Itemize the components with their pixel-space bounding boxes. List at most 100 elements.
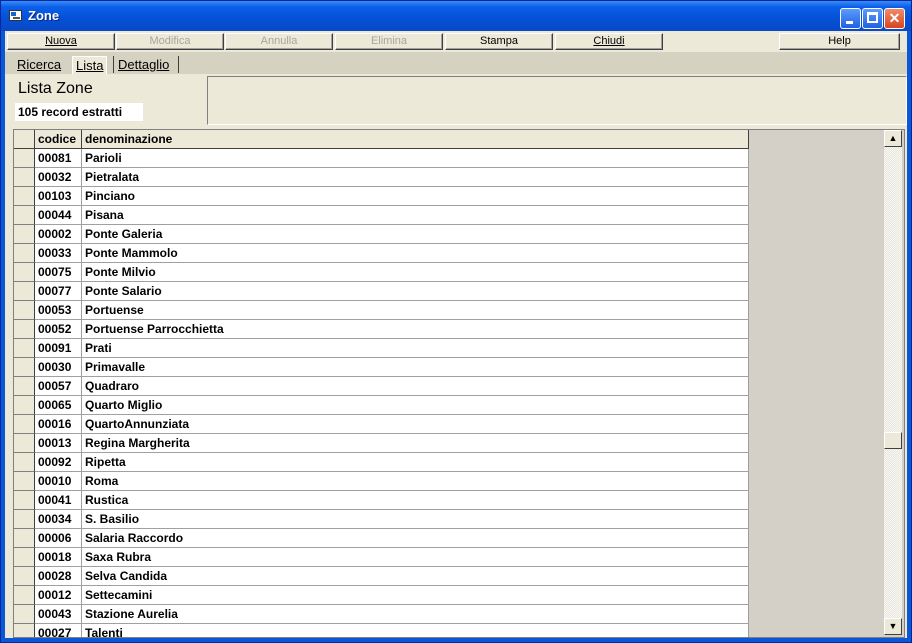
cell-denominazione[interactable]: Ponte Salario [82, 282, 749, 301]
cell-denominazione[interactable]: Settecamini [82, 586, 749, 605]
title-bar[interactable]: Zone ✕ [1, 1, 911, 31]
cell-denominazione[interactable]: Parioli [82, 149, 749, 168]
cell-codice[interactable]: 00065 [35, 396, 82, 415]
row-selector[interactable] [14, 605, 35, 624]
cell-codice[interactable]: 00016 [35, 415, 82, 434]
cell-denominazione[interactable]: Talenti [82, 624, 749, 637]
modifica-button[interactable]: Modifica [116, 33, 224, 50]
row-selector[interactable] [14, 187, 35, 206]
vertical-scrollbar[interactable]: ▲ ▼ [884, 130, 902, 635]
data-grid[interactable]: codice denominazione 00081 Parioli 00032 Pi… [13, 129, 905, 638]
nuova-button[interactable]: Nuova [7, 33, 115, 50]
cell-codice[interactable]: 00028 [35, 567, 82, 586]
table-row[interactable]: 00077 Ponte Salario [14, 282, 749, 301]
table-row[interactable]: 00012 Settecamini [14, 586, 749, 605]
cell-codice[interactable]: 00043 [35, 605, 82, 624]
table-row[interactable]: 00044 Pisana [14, 206, 749, 225]
row-selector[interactable] [14, 434, 35, 453]
column-header-denominazione[interactable]: denominazione [82, 130, 749, 149]
cell-codice[interactable]: 00002 [35, 225, 82, 244]
cell-codice[interactable]: 00103 [35, 187, 82, 206]
cell-codice[interactable]: 00077 [35, 282, 82, 301]
cell-codice[interactable]: 00081 [35, 149, 82, 168]
table-row[interactable]: 00028 Selva Candida [14, 567, 749, 586]
maximize-button[interactable] [862, 8, 883, 29]
column-header-codice[interactable]: codice [35, 130, 82, 149]
cell-codice[interactable]: 00010 [35, 472, 82, 491]
cell-denominazione[interactable]: Roma [82, 472, 749, 491]
row-selector[interactable] [14, 168, 35, 187]
tab-ricerca[interactable]: Ricerca [17, 56, 61, 74]
cell-codice[interactable]: 00027 [35, 624, 82, 637]
row-selector[interactable] [14, 586, 35, 605]
cell-denominazione[interactable]: Ponte Galeria [82, 225, 749, 244]
row-selector[interactable] [14, 244, 35, 263]
row-selector[interactable] [14, 624, 35, 637]
cell-codice[interactable]: 00034 [35, 510, 82, 529]
table-row[interactable]: 00041 Rustica [14, 491, 749, 510]
row-selector[interactable] [14, 282, 35, 301]
table-row[interactable]: 00027 Talenti [14, 624, 749, 637]
row-selector[interactable] [14, 358, 35, 377]
cell-denominazione[interactable]: Ponte Milvio [82, 263, 749, 282]
scroll-up-button[interactable]: ▲ [884, 130, 902, 147]
stampa-button[interactable]: Stampa [445, 33, 553, 50]
table-row[interactable]: 00052 Portuense Parrocchietta [14, 320, 749, 339]
scroll-thumb[interactable] [884, 432, 902, 449]
cell-denominazione[interactable]: Pietralata [82, 168, 749, 187]
cell-denominazione[interactable]: Salaria Raccordo [82, 529, 749, 548]
row-selector[interactable] [14, 301, 35, 320]
table-row[interactable]: 00013 Regina Margherita [14, 434, 749, 453]
cell-codice[interactable]: 00052 [35, 320, 82, 339]
cell-codice[interactable]: 00075 [35, 263, 82, 282]
row-selector[interactable] [14, 320, 35, 339]
row-selector[interactable] [14, 263, 35, 282]
cell-denominazione[interactable]: Pisana [82, 206, 749, 225]
cell-denominazione[interactable]: Saxa Rubra [82, 548, 749, 567]
table-row[interactable]: 00043 Stazione Aurelia [14, 605, 749, 624]
table-row[interactable]: 00030 Primavalle [14, 358, 749, 377]
row-selector[interactable] [14, 453, 35, 472]
cell-denominazione[interactable]: Selva Candida [82, 567, 749, 586]
cell-codice[interactable]: 00053 [35, 301, 82, 320]
cell-codice[interactable]: 00032 [35, 168, 82, 187]
table-row[interactable]: 00034 S. Basilio [14, 510, 749, 529]
table-row[interactable]: 00032 Pietralata [14, 168, 749, 187]
scroll-down-button[interactable]: ▼ [884, 618, 902, 635]
row-selector[interactable] [14, 149, 35, 168]
table-row[interactable]: 00010 Roma [14, 472, 749, 491]
table-row[interactable]: 00057 Quadraro [14, 377, 749, 396]
cell-denominazione[interactable]: S. Basilio [82, 510, 749, 529]
cell-codice[interactable]: 00030 [35, 358, 82, 377]
cell-denominazione[interactable]: Quadraro [82, 377, 749, 396]
minimize-button[interactable] [840, 8, 861, 29]
row-selector[interactable] [14, 472, 35, 491]
cell-denominazione[interactable]: Ripetta [82, 453, 749, 472]
cell-codice[interactable]: 00006 [35, 529, 82, 548]
cell-denominazione[interactable]: Regina Margherita [82, 434, 749, 453]
tab-dettaglio[interactable]: Dettaglio [118, 56, 169, 74]
cell-codice[interactable]: 00018 [35, 548, 82, 567]
table-row[interactable]: 00033 Ponte Mammolo [14, 244, 749, 263]
cell-denominazione[interactable]: Quarto Miglio [82, 396, 749, 415]
close-button[interactable]: ✕ [884, 8, 905, 29]
cell-denominazione[interactable]: Pinciano [82, 187, 749, 206]
table-row[interactable]: 00016 QuartoAnnunziata [14, 415, 749, 434]
row-selector[interactable] [14, 339, 35, 358]
annulla-button[interactable]: Annulla [225, 33, 333, 50]
row-selector[interactable] [14, 548, 35, 567]
chiudi-button[interactable]: Chiudi [555, 33, 663, 50]
cell-codice[interactable]: 00041 [35, 491, 82, 510]
cell-denominazione[interactable]: Ponte Mammolo [82, 244, 749, 263]
cell-denominazione[interactable]: Portuense Parrocchietta [82, 320, 749, 339]
table-row[interactable]: 00081 Parioli [14, 149, 749, 168]
table-row[interactable]: 00091 Prati [14, 339, 749, 358]
table-row[interactable]: 00103 Pinciano [14, 187, 749, 206]
cell-codice[interactable]: 00091 [35, 339, 82, 358]
cell-denominazione[interactable]: Rustica [82, 491, 749, 510]
cell-denominazione[interactable]: Portuense [82, 301, 749, 320]
table-row[interactable]: 00065 Quarto Miglio [14, 396, 749, 415]
table-row[interactable]: 00002 Ponte Galeria [14, 225, 749, 244]
row-selector[interactable] [14, 510, 35, 529]
row-selector[interactable] [14, 415, 35, 434]
